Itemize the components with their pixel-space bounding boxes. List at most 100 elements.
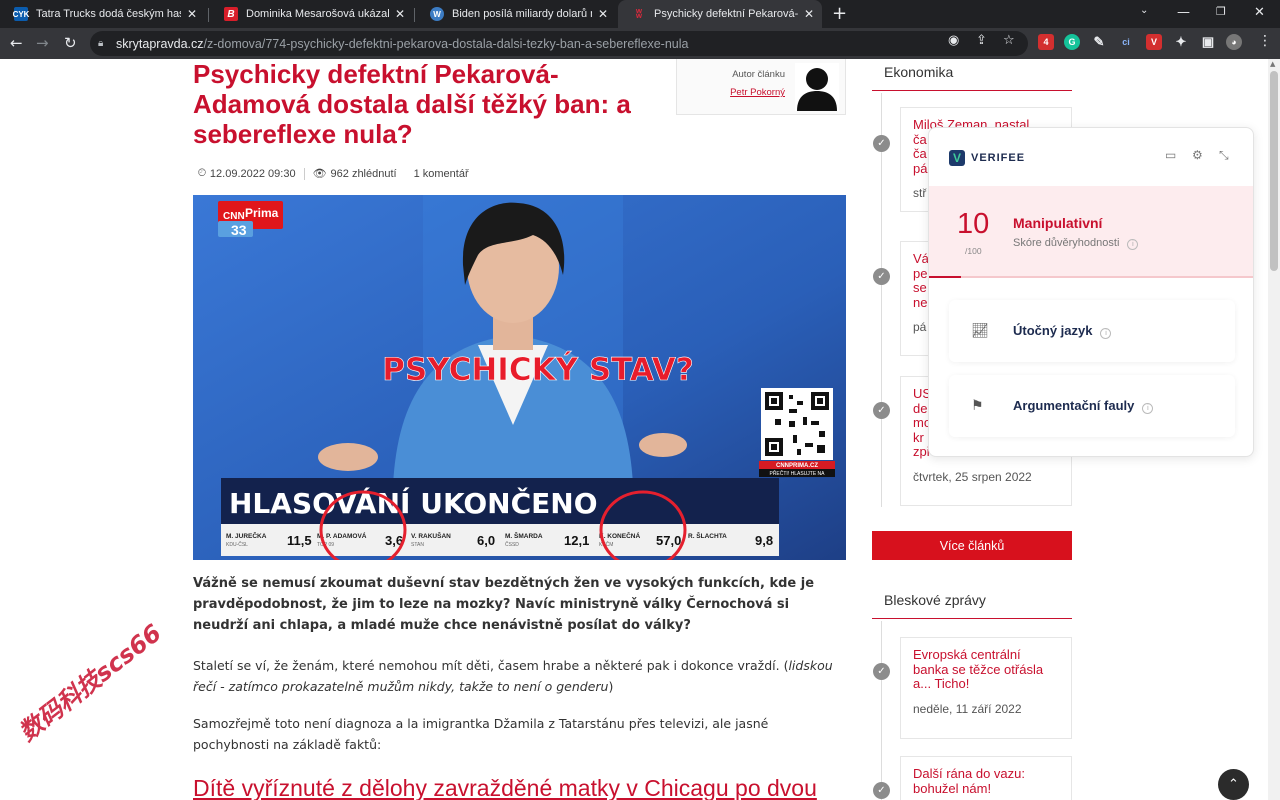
side-panel-icon[interactable]: ▣ (1200, 34, 1216, 50)
browser-toolbar: ← → ↻ 🔒︎ skrytapravda.cz/z-domova/774-ps… (0, 28, 1280, 59)
verifee-header: V VERIFEE ▭ ⚙ ⤡ (929, 128, 1253, 186)
tv-screenshot: CNN Prima 33 PSYCHICKÝ STAV? CNNPRIMA.CZ… (193, 195, 846, 560)
sidebar-card[interactable]: Další rána do vazu: bohužel nám! (900, 756, 1072, 800)
argument-fallacies-row[interactable]: ⚑ Argumentační fauly i (949, 375, 1235, 437)
tab-biden[interactable]: W Biden posílá miliardy dolarů na U ✕ (416, 0, 616, 28)
grammarly-icon[interactable]: G (1064, 34, 1080, 50)
info-icon[interactable]: i (1127, 239, 1139, 250)
back-icon[interactable]: ← (10, 34, 23, 52)
flag-warning-icon: ⚑ (971, 398, 984, 414)
trust-score-bar-fill (929, 276, 962, 278)
address-bar[interactable]: 🔒︎ skrytapravda.cz/z-domova/774-psychick… (90, 31, 1028, 56)
verifee-extension-icon[interactable]: V (1146, 34, 1162, 50)
card-date: neděle, 11 září 2022 (913, 701, 1022, 716)
timeline-line (881, 621, 882, 800)
share-icon[interactable]: ⇪ (976, 33, 987, 48)
minimize-icon[interactable]: — (1177, 5, 1190, 20)
verifee-logo-icon: V (949, 150, 965, 166)
verifee-logo: V VERIFEE (949, 150, 1025, 166)
bookmark-star-icon[interactable]: ☆ (1003, 33, 1015, 48)
window-close-icon[interactable]: ✕ (1254, 5, 1265, 20)
info-icon[interactable]: i (1142, 403, 1154, 414)
tab-tatra[interactable]: CYK Tatra Trucks dodá českým hasičům ✕ (0, 0, 205, 28)
svg-text:K. KONEČNÁ: K. KONEČNÁ (599, 531, 640, 540)
row-label: Argumentační fauly i (1013, 398, 1154, 414)
collapse-icon[interactable]: ⤡ (1219, 148, 1229, 163)
scrollbar-thumb[interactable] (1270, 71, 1278, 271)
check-icon: ✓ (873, 268, 890, 285)
trust-verdict: Manipulativní (1013, 215, 1103, 231)
section-title-ekonomika: Ekonomika (872, 59, 1072, 91)
svg-text:V. RAKUŠAN: V. RAKUŠAN (411, 531, 451, 540)
tab-dominika[interactable]: B Dominika Mesarošová ukázala dv ✕ (210, 0, 413, 28)
menu-icon[interactable]: ⋮ (1258, 33, 1272, 49)
feedback-icon[interactable]: ▭ (1165, 148, 1176, 162)
forward-icon[interactable]: → (36, 34, 49, 52)
check-icon: ✓ (873, 663, 890, 680)
overlay-caption: PSYCHICKÝ STAV? (382, 351, 694, 388)
article-hero-image: CNN Prima 33 PSYCHICKÝ STAV? CNNPRIMA.CZ… (193, 195, 846, 560)
svg-text:57,0: 57,0 (656, 533, 681, 548)
info-icon[interactable]: i (1100, 328, 1112, 339)
pen-icon[interactable]: ✎ (1091, 34, 1107, 50)
svg-text:KDU-ČSL: KDU-ČSL (226, 541, 248, 548)
close-icon[interactable]: ✕ (395, 7, 405, 21)
close-icon[interactable]: ✕ (804, 7, 814, 21)
tab-separator (414, 8, 415, 22)
b-favicon: B (224, 7, 238, 21)
trust-score-label: Skóre důvěryhodnosti i (1013, 237, 1139, 250)
article-paragraph-1: Staletí se ví, že ženám, které nemohou m… (193, 658, 833, 694)
article-title: Psychicky defektní Pekarová-Adamová dost… (193, 59, 631, 149)
trust-score-max: /100 (965, 246, 982, 256)
trust-score-bar (929, 276, 1253, 278)
verifee-brand: VERIFEE (971, 152, 1026, 164)
sidebar-card[interactable]: Evropská centrální banka se těžce otřásl… (900, 637, 1072, 739)
ci-extension-icon[interactable]: ci (1118, 34, 1134, 50)
lock-icon: 🔒︎ (98, 38, 104, 49)
tab-search-chevron-icon[interactable]: ⌄ (1140, 5, 1148, 16)
tab-title: Tatra Trucks dodá českým hasičům (36, 8, 181, 20)
author-label: Autor článku (732, 69, 785, 80)
settings-gear-icon[interactable]: ⚙ (1192, 148, 1203, 162)
scroll-to-top-button[interactable]: ⌃ (1218, 769, 1249, 800)
timeline-line (881, 93, 882, 507)
tab-bar: CYK Tatra Trucks dodá českým hasičům ✕ B… (0, 0, 1280, 28)
reload-icon[interactable]: ↻ (64, 34, 77, 52)
eye-icon: 👁︎ (312, 168, 327, 180)
profile-avatar[interactable]: ◕ (1226, 34, 1242, 50)
tab-active-article[interactable]: ʬ Psychicky defektní Pekarová-Ada ✕ (618, 0, 822, 28)
aggressive-language-row[interactable]: 📈︎ Útočný jazyk i (949, 300, 1235, 362)
scroll-up-icon[interactable]: ▲ (1270, 60, 1275, 68)
author-box: Autor článku Petr Pokorný (676, 59, 846, 115)
comment-count[interactable]: 1 komentář (414, 168, 469, 180)
row-label: Útočný jazyk i (1013, 323, 1112, 339)
more-articles-button[interactable]: Více článků (872, 531, 1072, 560)
new-tab-icon[interactable]: + (832, 3, 847, 24)
restore-icon[interactable]: ❐ (1216, 5, 1226, 18)
svg-text:STAN: STAN (411, 542, 424, 548)
meta-separator (303, 167, 305, 180)
section-title-bleskove: Bleskové zprávy (872, 587, 1072, 619)
puzzle-icon[interactable]: ✦ (1173, 34, 1189, 50)
card-date: čtvrtek, 25 srpen 2022 (913, 469, 1032, 484)
close-icon[interactable]: ✕ (187, 7, 197, 21)
tab-title: Psychicky defektní Pekarová-Ada (654, 8, 798, 20)
article-paragraph-2: Samozřejmě toto není diagnoza a la imigr… (193, 716, 769, 752)
svg-text:6,0: 6,0 (477, 533, 495, 548)
related-article-link[interactable]: Dítě vyříznuté z dělohy zavražděné matky… (193, 773, 853, 800)
views-item: 👁︎ 962 zhlédnutí (312, 167, 397, 181)
trust-score-section: 10 /100 Manipulativní Skóre důvěryhodnos… (929, 186, 1253, 278)
check-icon: ✓ (873, 782, 890, 799)
svg-text:ČSSD: ČSSD (505, 541, 519, 548)
page-scrollbar[interactable]: ▲ (1268, 59, 1280, 800)
svg-text:M. ŠMARDA: M. ŠMARDA (505, 531, 543, 540)
extension-badge-icon[interactable]: 4 (1038, 34, 1054, 50)
qr-caption-top: CNNPRIMA.CZ (776, 463, 818, 469)
author-link[interactable]: Petr Pokorný (730, 87, 785, 98)
close-icon[interactable]: ✕ (598, 7, 608, 21)
meta-separator (405, 168, 406, 180)
check-icon: ✓ (873, 135, 890, 152)
tracking-off-icon[interactable]: ◉ (948, 33, 959, 48)
card-title: Další rána do vazu: bohužel nám! (913, 766, 1026, 796)
url-text: skrytapravda.cz/z-domova/774-psychicky-d… (116, 36, 689, 51)
